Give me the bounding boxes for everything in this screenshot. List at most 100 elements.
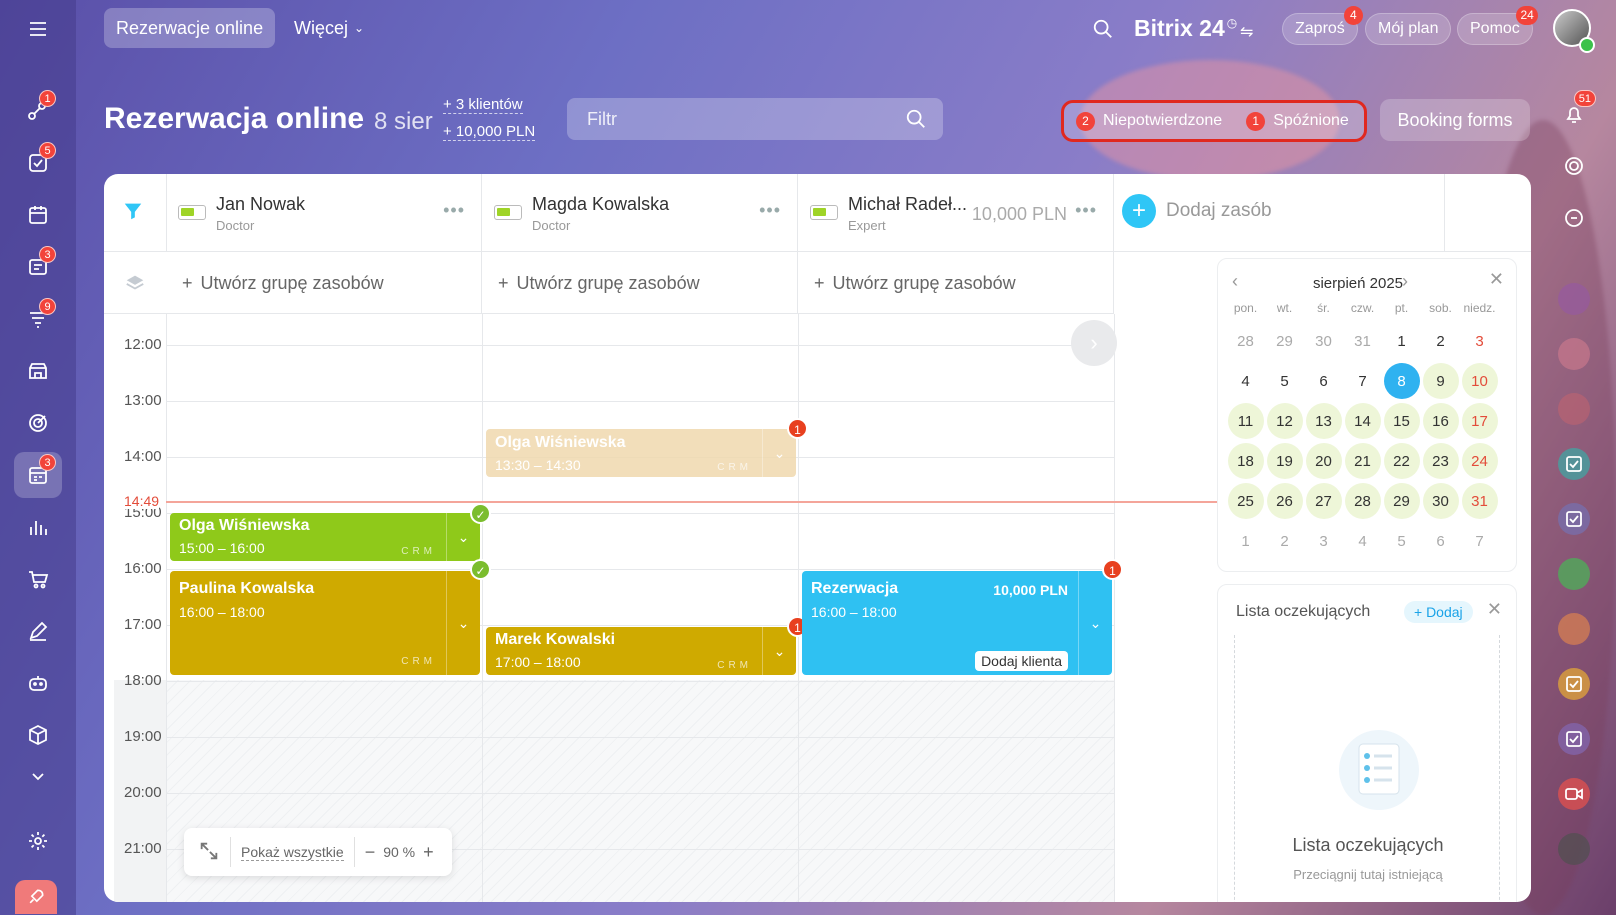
task-check-icon[interactable]: [1558, 503, 1590, 535]
calendar-day[interactable]: 27: [1305, 483, 1342, 519]
document-icon[interactable]: [1558, 558, 1590, 590]
calendar-day[interactable]: 11: [1227, 403, 1264, 439]
chat-icon[interactable]: [1558, 393, 1590, 425]
late-filter[interactable]: 1 Spóźnione: [1246, 111, 1349, 131]
booking-card[interactable]: Marek Kowalski 17:00 – 18:00 CRM ⌄: [486, 627, 796, 675]
sidebar-item-calendar[interactable]: [14, 192, 62, 238]
calendar-day[interactable]: 7: [1345, 363, 1381, 399]
calendar-day[interactable]: 28: [1228, 323, 1264, 359]
calendar-day[interactable]: 19: [1266, 443, 1303, 479]
scroll-right-button[interactable]: ›: [1071, 320, 1117, 366]
sidebar-item-tasks[interactable]: 5: [14, 140, 62, 186]
sidebar-item-store[interactable]: [14, 348, 62, 394]
more-icon[interactable]: •••: [1075, 200, 1097, 221]
calendar-day[interactable]: 30: [1422, 483, 1459, 519]
zoom-in-button[interactable]: +: [423, 842, 434, 863]
contact-avatar-icon[interactable]: [1558, 338, 1590, 370]
more-icon[interactable]: •••: [443, 200, 465, 221]
search-icon[interactable]: [1092, 18, 1114, 45]
sidebar-item-shop[interactable]: [14, 556, 62, 602]
calendar-day[interactable]: 7: [1462, 523, 1498, 559]
revenue-stat[interactable]: + 10,000 PLN: [443, 123, 536, 141]
invite-button[interactable]: Zaproś 4: [1282, 6, 1363, 45]
calendar-day[interactable]: 12: [1266, 403, 1303, 439]
booking-forms-button[interactable]: Booking forms: [1380, 99, 1530, 141]
sidebar-item-settings[interactable]: [14, 818, 62, 864]
sidebar-item-analytics[interactable]: [14, 504, 62, 550]
more-icon[interactable]: •••: [759, 200, 781, 221]
calendar-day[interactable]: 14: [1344, 403, 1381, 439]
calendar-day[interactable]: 4: [1345, 523, 1381, 559]
calendar-day[interactable]: 29: [1383, 483, 1420, 519]
calendar-day[interactable]: 2: [1423, 323, 1459, 359]
calendar-day[interactable]: 28: [1344, 483, 1381, 519]
unconfirmed-filter[interactable]: 2 Niepotwierdzone: [1076, 111, 1222, 131]
sidebar-item-booking[interactable]: 3: [14, 452, 62, 498]
video-call-icon[interactable]: [1558, 778, 1590, 810]
create-group-button[interactable]: + Utwórz grupę zasobów: [166, 252, 482, 314]
calendar-day[interactable]: 31: [1345, 323, 1381, 359]
task-check-icon[interactable]: [1558, 668, 1590, 700]
sidebar-item-activity[interactable]: 1: [14, 88, 62, 134]
sidebar-item-inventory[interactable]: [14, 712, 62, 758]
booking-card[interactable]: Rezerwacja 16:00 – 18:00 10,000 PLN Doda…: [802, 571, 1112, 675]
calendar-day[interactable]: 22: [1383, 443, 1420, 479]
show-all-link[interactable]: Pokaż wszystkie: [241, 844, 344, 861]
calendar-day[interactable]: 6: [1306, 363, 1342, 399]
calendar-day[interactable]: 21: [1344, 443, 1381, 479]
calendar-day[interactable]: 29: [1267, 323, 1303, 359]
calendar-day[interactable]: 26: [1266, 483, 1303, 519]
rocket-icon[interactable]: [15, 880, 57, 914]
create-group-button[interactable]: + Utwórz grupę zasobów: [798, 252, 1114, 314]
menu-icon[interactable]: [14, 6, 62, 52]
calendar-day[interactable]: 5: [1267, 363, 1303, 399]
sidebar-item-feed[interactable]: 3: [14, 244, 62, 290]
calendar-day[interactable]: 17: [1461, 403, 1498, 439]
radar-icon[interactable]: [1558, 150, 1590, 182]
create-group-button[interactable]: + Utwórz grupę zasobów: [482, 252, 798, 314]
task-check-icon[interactable]: [1558, 723, 1590, 755]
chevron-down-icon[interactable]: ⌄: [446, 571, 480, 675]
calendar-day[interactable]: 25: [1227, 483, 1264, 519]
contact-avatar-icon[interactable]: [1558, 283, 1590, 315]
filter-input[interactable]: Filtr: [567, 98, 943, 140]
add-client-button[interactable]: Dodaj klienta: [975, 651, 1068, 671]
booking-card[interactable]: Olga Wiśniewska 13:30 – 14:30 CRM ⌄: [486, 429, 796, 477]
clients-stat[interactable]: + 3 klientów: [443, 96, 523, 114]
calendar-day[interactable]: 13: [1305, 403, 1342, 439]
sidebar-item-bot[interactable]: [14, 660, 62, 706]
calendar-day[interactable]: 1: [1228, 523, 1264, 559]
zoom-out-button[interactable]: −: [365, 842, 376, 863]
calendar-day[interactable]: 2: [1267, 523, 1303, 559]
calendar-day[interactable]: 6: [1423, 523, 1459, 559]
contact-avatar-icon[interactable]: [1558, 833, 1590, 865]
booking-card[interactable]: Paulina Kowalska 16:00 – 18:00 CRM ⌄: [170, 571, 480, 675]
calendar-day[interactable]: 30: [1306, 323, 1342, 359]
calendar-day[interactable]: 18: [1227, 443, 1264, 479]
calendar-day[interactable]: 15: [1383, 403, 1420, 439]
waiting-drop-zone[interactable]: Lista oczekujących Przeciągnij tutaj ist…: [1234, 635, 1500, 902]
task-check-icon[interactable]: [1558, 448, 1590, 480]
sidebar-item-funnel[interactable]: 9: [14, 296, 62, 342]
close-icon[interactable]: ✕: [1487, 599, 1502, 620]
tab-online-booking[interactable]: Rezerwacje online: [104, 8, 276, 48]
bell-icon[interactable]: 51: [1558, 90, 1596, 130]
help-button[interactable]: Pomoc 24: [1457, 6, 1538, 45]
sliders-icon[interactable]: ⇋: [1240, 22, 1253, 42]
add-resource-button[interactable]: + Dodaj zasób: [1122, 194, 1272, 228]
filter-icon[interactable]: [122, 200, 144, 227]
calendar-day[interactable]: 5: [1384, 523, 1420, 559]
sidebar-item-goals[interactable]: [14, 400, 62, 446]
calendar-day[interactable]: 3: [1306, 523, 1342, 559]
calendar-day[interactable]: 10: [1461, 363, 1498, 399]
calendar-day[interactable]: 24: [1461, 443, 1498, 479]
sidebar-item-sign[interactable]: [14, 608, 62, 654]
calendar-day[interactable]: 4: [1228, 363, 1264, 399]
calendar-day[interactable]: 23: [1422, 443, 1459, 479]
chevron-down-icon[interactable]: ⌄: [1078, 571, 1112, 675]
chat-search-icon[interactable]: [1558, 202, 1590, 234]
tab-more[interactable]: Więcej ⌄: [282, 8, 376, 48]
sidebar-more-icon[interactable]: [14, 766, 62, 786]
chevron-right-icon[interactable]: ›: [1402, 271, 1408, 292]
add-waiting-button[interactable]: + Dodaj: [1404, 601, 1473, 623]
